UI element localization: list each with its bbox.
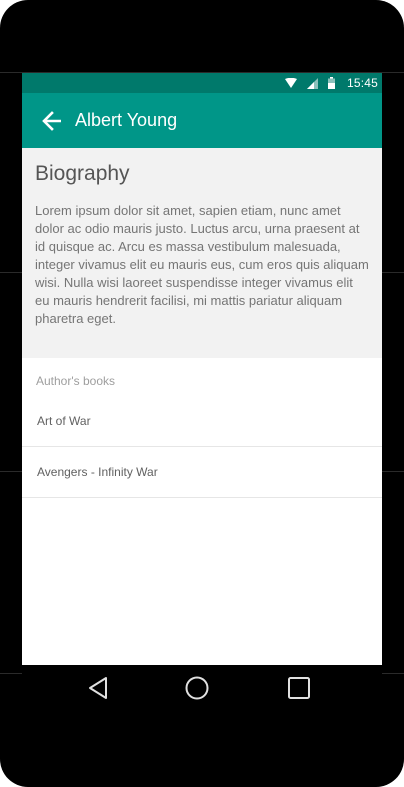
home-circle-icon <box>184 675 210 701</box>
biography-section: Biography Lorem ipsum dolor sit amet, sa… <box>22 148 382 358</box>
book-title: Avengers - Infinity War <box>37 465 158 479</box>
system-nav-bar <box>22 665 382 711</box>
recents-square-icon <box>287 676 311 700</box>
status-time: 15:45 <box>346 76 378 90</box>
status-bar: 15:45 <box>22 73 382 93</box>
nav-home-button[interactable] <box>182 673 212 703</box>
biography-text: Lorem ipsum dolor sit amet, sapien etiam… <box>35 203 369 326</box>
app-screen: 15:45 Albert Young Biography Lorem ipsum… <box>22 73 382 665</box>
back-button[interactable] <box>40 109 64 133</box>
list-item-book[interactable]: Art of War <box>22 404 382 447</box>
list-item-book[interactable]: Avengers - Infinity War <box>22 447 382 498</box>
status-icons: 15:45 <box>275 73 378 93</box>
wifi-icon <box>284 78 297 88</box>
back-triangle-icon <box>87 676 109 700</box>
nav-back-button[interactable] <box>83 673 113 703</box>
phone-device: 15:45 Albert Young Biography Lorem ipsum… <box>0 0 404 787</box>
battery-icon <box>327 77 335 89</box>
signal-icon <box>306 77 318 89</box>
app-bar: Albert Young <box>22 93 382 148</box>
books-subheader: Author's books <box>36 374 116 388</box>
arrow-back-icon <box>42 110 62 131</box>
nav-recents-button[interactable] <box>284 673 314 703</box>
biography-heading: Biography <box>35 162 130 185</box>
books-section: Author's books Art of War Avengers - Inf… <box>22 358 382 498</box>
book-title: Art of War <box>37 414 91 428</box>
page-title: Albert Young <box>75 110 178 130</box>
